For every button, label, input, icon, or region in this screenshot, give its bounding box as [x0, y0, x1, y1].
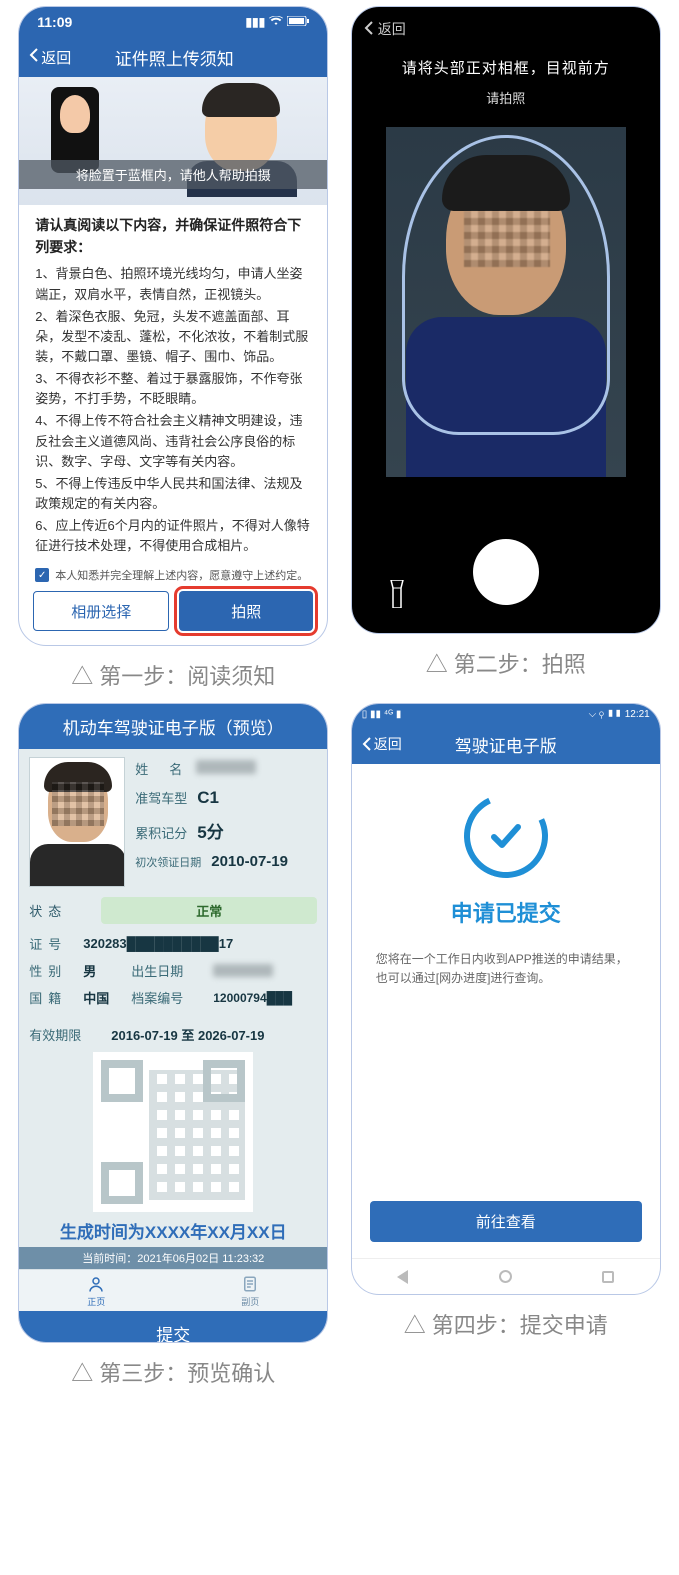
value-cartype: C1: [197, 788, 219, 808]
instruction-illustration: 将脸置于蓝框内，请他人帮助拍摄: [19, 77, 327, 205]
back-button[interactable]: 返回: [358, 13, 654, 39]
value-sex: 男: [83, 961, 123, 980]
generated-time-line: 生成时间为XXXX年XX月XX日: [29, 1218, 317, 1243]
shutter-button[interactable]: [473, 539, 539, 605]
submit-button[interactable]: 提交: [19, 1311, 327, 1343]
go-view-button[interactable]: 前往查看: [370, 1201, 642, 1242]
caption-step4: △ 第四步：提交申请: [394, 1309, 618, 1342]
result-paragraph: 您将在一个工作日内收到APP推送的申请结果，也可以通过[网办进度]进行查询。: [376, 950, 636, 988]
current-time-line: 当前时间：2021年06月02日 11:23:32: [19, 1247, 327, 1269]
signal-icon: ▮▮▮: [245, 15, 265, 29]
label-status: 状态: [29, 901, 101, 920]
status-bar: ▯ ▮▮ ⁴ᴳ ▮ ⌵ ⚲ ▮▮ 12:21: [352, 704, 660, 724]
caption-step1: △ 第一步：阅读须知: [61, 660, 285, 693]
agree-row[interactable]: ✓ 本人知悉并完全理解上述内容，愿意遵守上述约定。: [19, 563, 327, 591]
face-outline-guide-icon: [402, 135, 610, 435]
value-name-redacted: [196, 760, 256, 774]
license-card: 姓 名 准驾车型 C1 累积记分 5分 初次领证日期: [19, 749, 327, 1269]
camera-instruction-main: 请将头部正对相框，目视前方: [358, 57, 654, 78]
take-photo-button[interactable]: 拍照: [179, 591, 313, 631]
label-cartype: 准驾车型: [135, 788, 187, 807]
status-time: 11:09: [37, 14, 72, 30]
success-check-icon: [452, 782, 560, 890]
license-photo: [29, 757, 125, 887]
label-idno: 证号: [29, 934, 75, 953]
label-birth: 出生日期: [131, 961, 205, 980]
tab-sub-label: 副页: [241, 1295, 259, 1308]
result-body: 申请已提交 您将在一个工作日内收到APP推送的申请结果，也可以通过[网办进度]进…: [352, 764, 660, 1201]
document-icon: [241, 1275, 259, 1293]
android-nav-bar: [352, 1258, 660, 1294]
rule-item: 1、背景白色、拍照环境光线均匀，申请人坐姿端正，双肩水平，表情自然，正视镜头。: [35, 264, 311, 304]
title-bar: 返回 证件照上传须知: [19, 37, 327, 77]
value-idno: 320283██████████17: [83, 936, 233, 951]
caption-step2: △ 第二步：拍照: [416, 648, 596, 681]
qr-code-icon: [93, 1052, 253, 1212]
title-bar: 返回 驾驶证电子版: [352, 724, 660, 764]
value-points: 5分: [197, 818, 223, 843]
bottom-tabs: 正页 副页: [19, 1269, 327, 1311]
submit-label: 提交: [156, 1326, 190, 1343]
rules-body: 请认真阅读以下内容，并确保证件照符合下列要求： 1、背景白色、拍照环境光线均匀，…: [19, 205, 327, 563]
label-points: 累积记分: [135, 823, 187, 842]
value-fileno: 12000794███: [213, 991, 292, 1005]
camera-instruction-sub: 请拍照: [358, 88, 654, 107]
page-title: 驾驶证电子版: [362, 732, 650, 757]
label-nation: 国籍: [29, 988, 75, 1007]
shoot-button-label: 拍照: [231, 601, 261, 622]
status-left-icons: ▯ ▮▮ ⁴ᴳ ▮: [362, 709, 402, 720]
rules-lead: 请认真阅读以下内容，并确保证件照符合下列要求：: [35, 215, 311, 258]
album-button-label: 相册选择: [71, 601, 131, 622]
rule-item: 6、应上传近6个月内的证件照片，不得对人像特征进行技术处理，不得使用合成相片。: [35, 516, 311, 556]
bluetooth-icon: ⌵ ⚲: [589, 709, 607, 720]
status-time: 12:21: [625, 709, 650, 720]
status-right: ⌵ ⚲ ▮▮ 12:21: [589, 709, 650, 720]
choose-from-album-button[interactable]: 相册选择: [33, 591, 169, 631]
checkbox-checked-icon[interactable]: ✓: [35, 568, 49, 582]
caption-step3: △ 第三步：预览确认: [61, 1357, 285, 1390]
preview-title: 机动车驾驶证电子版（预览）: [19, 704, 327, 749]
value-valid: 2016-07-19 至 2026-07-19: [111, 1025, 264, 1044]
rule-item: 2、着深色衣服、免冠，头发不遮盖面部、耳朵，发型不凌乱、蓬松，不化浓妆，不着制式…: [35, 307, 311, 367]
agree-text: 本人知悉并完全理解上述内容，愿意遵守上述约定。: [55, 567, 308, 583]
rule-item: 3、不得衣衫不整、着过于暴露服饰，不作夸张姿势，不打手势，不眨眼睛。: [35, 369, 311, 409]
nav-recents-icon[interactable]: [602, 1271, 614, 1283]
tab-main-label: 正页: [87, 1295, 105, 1308]
flashlight-icon[interactable]: [384, 579, 410, 609]
go-view-label: 前往查看: [476, 1214, 536, 1231]
chevron-left-icon: [364, 21, 374, 38]
value-birth-redacted: [213, 964, 273, 977]
nav-home-icon[interactable]: [499, 1270, 512, 1283]
tab-main-page[interactable]: 正页: [19, 1270, 173, 1311]
label-name: 姓 名: [135, 759, 186, 778]
hero-caption: 将脸置于蓝框内，请他人帮助拍摄: [19, 160, 327, 189]
person-icon: [87, 1275, 105, 1293]
back-label: 返回: [378, 19, 406, 39]
result-heading: 申请已提交: [451, 896, 561, 928]
nav-back-icon[interactable]: [397, 1270, 408, 1284]
rule-item: 5、不得上传违反中华人民共和国法律、法规及政策规定的有关内容。: [35, 474, 311, 514]
screen-step4: ▯ ▮▮ ⁴ᴳ ▮ ⌵ ⚲ ▮▮ 12:21 返回 驾驶证电子版 申请已提交: [351, 703, 661, 1295]
button-row: 相册选择 拍照: [19, 591, 327, 645]
label-fileno: 档案编号: [131, 988, 205, 1007]
battery-icon: [287, 15, 309, 29]
value-status: 正常: [101, 897, 317, 924]
status-icons: ▮▮▮: [245, 15, 309, 29]
label-sex: 性别: [29, 961, 75, 980]
battery-icon: ▮▮: [607, 709, 622, 720]
page-title: 证件照上传须知: [31, 45, 317, 70]
screen-step3: 机动车驾驶证电子版（预览） 姓 名 准驾车型 C1: [18, 703, 328, 1343]
value-nation: 中国: [83, 988, 123, 1007]
wifi-icon: [269, 15, 283, 29]
label-firstdate: 初次领证日期: [135, 854, 201, 870]
status-bar: 11:09 ▮▮▮: [19, 7, 327, 37]
rule-item: 4、不得上传不符合社会主义精神文明建设，违反社会主义道德风尚、违背社会公序良俗的…: [35, 411, 311, 471]
screen-step2: 返回 请将头部正对相框，目视前方 请拍照: [351, 6, 661, 634]
camera-viewfinder: [386, 127, 626, 477]
tab-sub-page[interactable]: 副页: [173, 1270, 327, 1311]
value-firstdate: 2010-07-19: [211, 853, 288, 870]
label-valid: 有效期限: [29, 1025, 103, 1044]
screen-step1: 11:09 ▮▮▮ 返回 证件照上: [18, 6, 328, 646]
